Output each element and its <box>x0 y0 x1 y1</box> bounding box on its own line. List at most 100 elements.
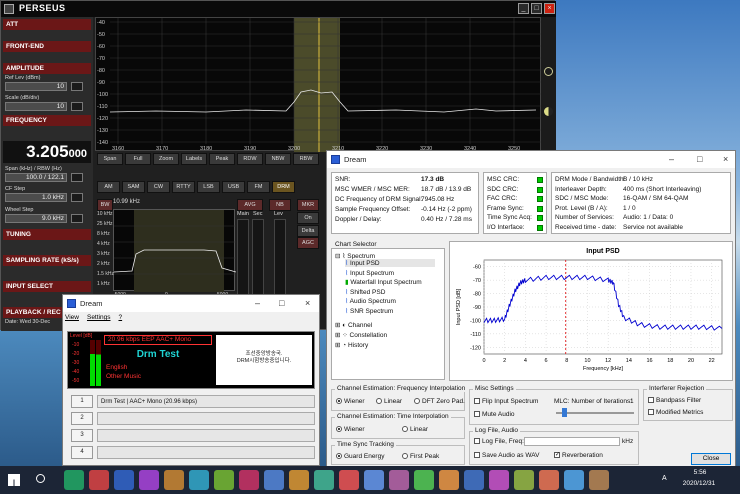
taskbar-app-icon[interactable] <box>464 470 484 490</box>
service-button-1[interactable]: 1 <box>71 395 93 408</box>
log-file-checkbox[interactable]: Log File, Freq: <box>474 438 524 445</box>
small-dream-minimize[interactable]: – <box>255 298 260 308</box>
service-label-3[interactable] <box>97 429 315 442</box>
dream-minimize-button[interactable]: – <box>669 154 674 164</box>
chan-freq-dft[interactable]: DFT Zero Pad. <box>414 398 465 405</box>
bw-option[interactable]: 8 kHz <box>97 231 110 237</box>
tree-constellation[interactable]: ⊞ ⁘ Constellation <box>335 331 387 339</box>
scale-spin[interactable] <box>71 102 83 111</box>
taskbar-app-icon[interactable] <box>114 470 134 490</box>
ref-lev-spin[interactable] <box>71 82 83 91</box>
log-freq-input[interactable] <box>524 437 620 446</box>
contrast-icon[interactable] <box>544 107 553 116</box>
marker-delta-button[interactable]: Delta <box>297 225 319 237</box>
menu-view[interactable]: View <box>65 314 79 321</box>
taskbar-app-icon[interactable] <box>214 470 234 490</box>
mlc-slider-thumb[interactable] <box>562 408 567 417</box>
small-dream-close[interactable]: × <box>305 298 310 308</box>
wheel-step-field[interactable]: 9.0 kHz <box>5 214 67 223</box>
display-button-full[interactable]: Full <box>125 153 151 165</box>
sun-icon[interactable] <box>544 67 553 76</box>
cf-step-field[interactable]: 1.0 kHz <box>5 193 67 202</box>
taskbar-app-icon[interactable] <box>314 470 334 490</box>
service-button-2[interactable]: 2 <box>71 412 93 425</box>
taskbar-app-icon[interactable] <box>239 470 259 490</box>
service-button-4[interactable]: 4 <box>71 446 93 459</box>
mode-button-am[interactable]: AM <box>97 181 120 193</box>
taskbar-app-icon[interactable] <box>189 470 209 490</box>
reverberation-checkbox[interactable]: ✓ Reverberation <box>554 452 603 459</box>
time-sync-first-peak[interactable]: First Peak <box>402 453 439 460</box>
taskbar-app-icon[interactable] <box>139 470 159 490</box>
service-label-2[interactable] <box>97 412 315 425</box>
search-icon[interactable] <box>36 474 45 483</box>
time-sync-guard[interactable]: Guard Energy <box>336 453 384 460</box>
bandpass-checkbox[interactable]: Bandpass Filter <box>648 397 701 404</box>
clock-date[interactable]: 2020/12/31 <box>674 480 724 487</box>
nb-level-slider[interactable] <box>274 219 286 299</box>
taskbar-app-icon[interactable] <box>514 470 534 490</box>
taskbar-app-icon[interactable] <box>89 470 109 490</box>
close-button[interactable]: × <box>544 3 555 14</box>
display-button-rdw[interactable]: RDW <box>237 153 263 165</box>
tree-channel[interactable]: ⊞ ◐ Channel <box>335 321 372 329</box>
chan-time-wiener[interactable]: Wiener <box>336 426 365 433</box>
main-spectrum[interactable]: -40 -50 -60 -70 -80 -90 -100 -110 -120 -130 -140 3… <box>95 17 542 152</box>
tree-input-psd[interactable]: ⌇ Input PSD <box>345 259 435 267</box>
mode-button-usb[interactable]: USB <box>222 181 245 193</box>
chan-freq-linear[interactable]: Linear <box>376 398 402 405</box>
tree-history[interactable]: ⊞ ◔ History <box>335 341 368 349</box>
taskbar-app-icon[interactable] <box>489 470 509 490</box>
mode-button-drm[interactable]: DRM <box>272 181 295 193</box>
mode-button-cw[interactable]: CW <box>147 181 170 193</box>
display-button-zoom[interactable]: Zoom <box>153 153 179 165</box>
display-button-rbw[interactable]: RBW <box>293 153 319 165</box>
taskbar-app-icon[interactable] <box>289 470 309 490</box>
menu-settings[interactable]: Settings <box>87 314 111 321</box>
mode-button-fm[interactable]: FM <box>247 181 270 193</box>
bw-option[interactable]: 10 kHz <box>97 211 113 217</box>
sec-avg-slider[interactable] <box>252 219 264 299</box>
taskbar-app-icon[interactable] <box>414 470 434 490</box>
tuning-section[interactable]: TUNING <box>3 229 91 240</box>
taskbar-app-icon[interactable] <box>589 470 609 490</box>
taskbar-app-icon[interactable] <box>564 470 584 490</box>
tree-shifted-psd[interactable]: ⌇ Shifted PSD <box>345 288 385 296</box>
taskbar-app-icon[interactable] <box>439 470 459 490</box>
bw-option[interactable]: 1.5 kHz <box>97 271 114 277</box>
att-section[interactable]: ATT <box>3 19 91 30</box>
modified-metrics-checkbox[interactable]: Modified Metrics <box>648 409 703 416</box>
frequency-display[interactable]: 3.205000 <box>3 141 91 163</box>
bw-option[interactable]: 25 kHz <box>97 221 113 227</box>
clock-time[interactable]: 5:56 <box>680 469 720 476</box>
tree-snr-spectrum[interactable]: ⌇ SNR Spectrum <box>345 307 393 315</box>
mode-button-sam[interactable]: SAM <box>122 181 145 193</box>
span-spin[interactable] <box>71 173 83 182</box>
windows-start-icon[interactable] <box>8 474 20 486</box>
tree-input-spectrum[interactable]: ⌇ Input Spectrum <box>345 269 394 277</box>
tree-audio-spectrum[interactable]: ⌇ Audio Spectrum <box>345 297 396 305</box>
menu-help[interactable]: ? <box>118 314 122 321</box>
display-button-nbw[interactable]: NBW <box>265 153 291 165</box>
mode-button-rtty[interactable]: RTTY <box>172 181 195 193</box>
taskbar-app-icon[interactable] <box>539 470 559 490</box>
bw-option[interactable]: 1 kHz <box>97 281 110 287</box>
bw-option[interactable]: 4 kHz <box>97 241 110 247</box>
maximize-button[interactable]: □ <box>531 3 542 14</box>
bw-option[interactable]: 3 kHz <box>97 251 110 257</box>
mlc-slider-track[interactable] <box>556 412 634 414</box>
save-wav-checkbox[interactable]: Save Audio as WAV <box>474 452 539 459</box>
taskbar-app-icon[interactable] <box>339 470 359 490</box>
taskbar-app-icon[interactable] <box>389 470 409 490</box>
flip-spectrum-checkbox[interactable]: Flip Input Spectrum <box>474 398 538 405</box>
zoom-spectrum[interactable] <box>113 209 237 292</box>
service-label-1[interactable]: Drm Test | AAC+ Mono (20.96 kbps) <box>97 395 315 408</box>
display-button-peak[interactable]: Peak <box>209 153 235 165</box>
small-dream-maximize[interactable]: □ <box>279 298 284 308</box>
ime-indicator[interactable]: A <box>662 475 667 482</box>
chan-freq-wiener[interactable]: Wiener <box>336 398 365 405</box>
cf-step-spin[interactable] <box>71 193 83 202</box>
tree-waterfall-input-spectrum[interactable]: ▮ Waterfall Input Spectrum <box>345 278 422 286</box>
service-button-3[interactable]: 3 <box>71 429 93 442</box>
close-dialog-button[interactable]: Close <box>691 453 731 465</box>
